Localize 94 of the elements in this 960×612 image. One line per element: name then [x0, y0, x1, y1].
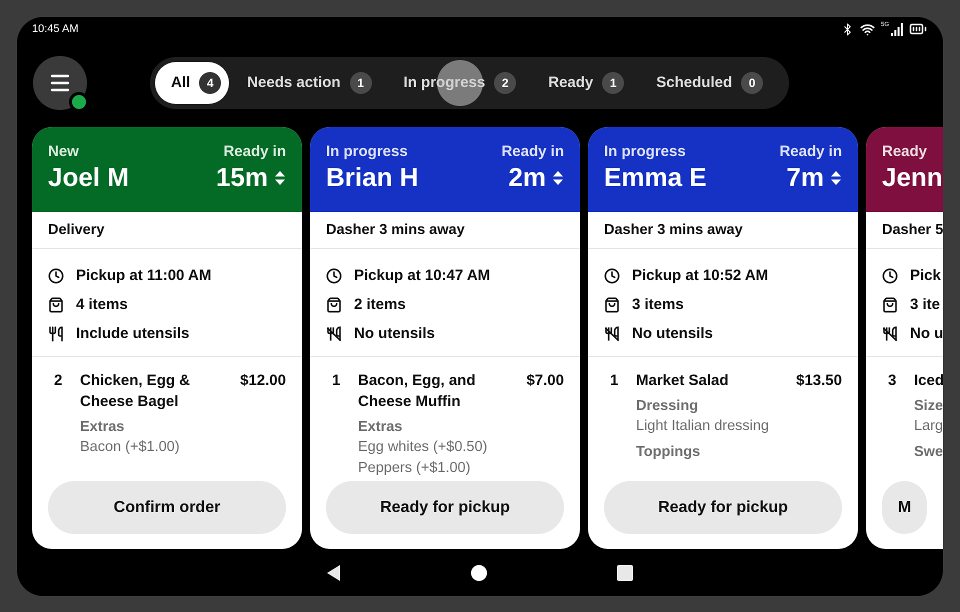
option-label: Dressing — [636, 397, 700, 416]
customer-name: Joel M — [48, 162, 129, 193]
bag-icon — [604, 296, 620, 312]
option-value: Light Italian dressing — [636, 417, 770, 436]
utensils-icon — [48, 326, 64, 342]
signal-icon — [891, 22, 903, 36]
ready-in-label: Ready in — [223, 143, 286, 160]
sort-arrows-icon[interactable] — [274, 170, 286, 186]
order-status: New — [48, 143, 79, 160]
order-detail: Pickup at 10:47 AM — [354, 267, 490, 284]
back-button[interactable] — [327, 564, 341, 580]
filter-tab[interactable]: Scheduled 0 — [642, 62, 778, 104]
order-action-button[interactable]: Ready for pickup — [604, 481, 842, 534]
order-detail: Pickup at 11:00 AM — [76, 267, 212, 284]
order-action-button[interactable]: Confirm order — [48, 481, 286, 534]
order-detail: 3 ite — [910, 296, 940, 313]
order-detail: 2 items — [354, 296, 406, 313]
item-quantity: 1 — [331, 371, 342, 391]
option-value: Larg — [914, 417, 943, 436]
bag-icon — [48, 296, 64, 312]
ready-in-label: Ready in — [501, 143, 564, 160]
order-action-button[interactable]: Ready for pickup — [326, 481, 564, 534]
filter-tab[interactable]: Ready 1 — [534, 62, 638, 104]
option-label: Extras — [358, 418, 404, 437]
option-label: Extras — [80, 418, 126, 437]
option-value: Egg whites (+$0.50) — [358, 438, 488, 457]
count-badge: 4 — [199, 72, 222, 94]
item-quantity: 1 — [609, 371, 620, 391]
menu-button[interactable] — [33, 56, 87, 110]
bag-icon — [882, 296, 898, 312]
wifi-icon — [860, 22, 875, 36]
order-detail: 3 items — [632, 296, 684, 313]
customer-name: Emma E — [604, 162, 707, 193]
option-value: Peppers (+$1.00) — [358, 459, 472, 477]
ready-time: 7m — [786, 162, 824, 193]
ready-in-label: Ready in — [779, 143, 842, 160]
count-badge: 1 — [602, 72, 624, 94]
bag-icon — [326, 296, 342, 312]
order-detail: Pickup at 10:52 AM — [632, 267, 768, 284]
option-label: Size — [914, 397, 943, 416]
order-card[interactable]: Ready Jenn Dasher 5 Pick 3 ite No u 3 Iced Size Larg Swe M — [866, 127, 943, 549]
fulfillment-status: Dasher 3 mins away — [310, 212, 580, 249]
count-badge: 2 — [494, 72, 516, 94]
order-detail: No utensils — [632, 325, 713, 342]
fulfillment-status: Dasher 5 — [866, 212, 943, 249]
count-badge: 0 — [741, 72, 764, 94]
clock-icon — [48, 268, 64, 284]
item-quantity: 3 — [887, 371, 898, 391]
item-name: Bacon, Egg, and Cheese Muffin — [358, 371, 477, 412]
clock-icon — [326, 268, 342, 284]
home-button[interactable] — [471, 564, 487, 580]
item-price: $12.00 — [240, 371, 286, 391]
status-time: 10:45 AM — [32, 23, 78, 35]
no-utensils-icon — [604, 326, 620, 342]
order-card[interactable]: New Joel M Ready in 15m Delivery Pickup at 11:00 AM 4 items Include utensils 2 Chicken, Egg & Cheese Bagel $12.00 Extras Bacon (+$1.00) Confirm order — [32, 127, 302, 549]
item-name: Iced — [914, 371, 943, 391]
home-icon — [471, 564, 487, 580]
item-price: $13.50 — [796, 371, 842, 391]
no-utensils-icon — [882, 326, 898, 342]
option-label: Swe — [914, 443, 943, 462]
order-detail: No u — [910, 325, 943, 342]
fulfillment-status: Delivery — [32, 212, 302, 249]
recents-icon — [617, 564, 633, 580]
order-card[interactable]: In progress Emma E Ready in 7m Dasher 3 mins away Pickup at 10:52 AM 3 items No utensils 1 Market Salad $13.50 Dressing Light Italian dressing Toppings Ready for pickup — [588, 127, 858, 549]
order-status: In progress — [326, 143, 408, 160]
count-badge: 1 — [350, 72, 372, 94]
order-detail: Pick — [910, 267, 941, 284]
recents-button[interactable] — [617, 564, 633, 580]
ready-time: 15m — [216, 162, 268, 193]
item-name: Market Salad — [636, 371, 730, 391]
order-card[interactable]: In progress Brian H Ready in 2m Dasher 3 mins away Pickup at 10:47 AM 2 items No utensils 1 Bacon, Egg, and Cheese Muffin $7.00 Extras Egg whites (+$0.50) Peppers (+$1.00) Ready for pickup — [310, 127, 580, 549]
item-quantity: 2 — [53, 371, 64, 391]
filter-tab[interactable]: All 4 — [155, 62, 230, 104]
clock-icon — [604, 268, 620, 284]
option-label: Toppings — [636, 443, 702, 462]
back-icon — [327, 564, 341, 580]
customer-name: Jenn — [882, 162, 943, 193]
sort-arrows-icon[interactable] — [552, 170, 564, 186]
order-action-button[interactable]: M — [882, 481, 927, 534]
order-detail: Include utensils — [76, 325, 190, 342]
fulfillment-status: Dasher 3 mins away — [588, 212, 858, 249]
order-status: Ready — [882, 143, 928, 160]
order-detail: No utensils — [354, 325, 435, 342]
item-name: Chicken, Egg & Cheese Bagel — [80, 371, 192, 412]
no-utensils-icon — [326, 326, 342, 342]
customer-name: Brian H — [326, 162, 418, 193]
ready-time: 2m — [508, 162, 546, 193]
option-value: Bacon (+$1.00) — [80, 438, 181, 457]
filter-tab[interactable]: Needs action 1 — [233, 62, 386, 104]
item-price: $7.00 — [526, 371, 564, 391]
clock-icon — [882, 268, 898, 284]
sort-arrows-icon[interactable] — [830, 170, 842, 186]
order-status: In progress — [604, 143, 686, 160]
order-detail: 4 items — [76, 296, 128, 313]
